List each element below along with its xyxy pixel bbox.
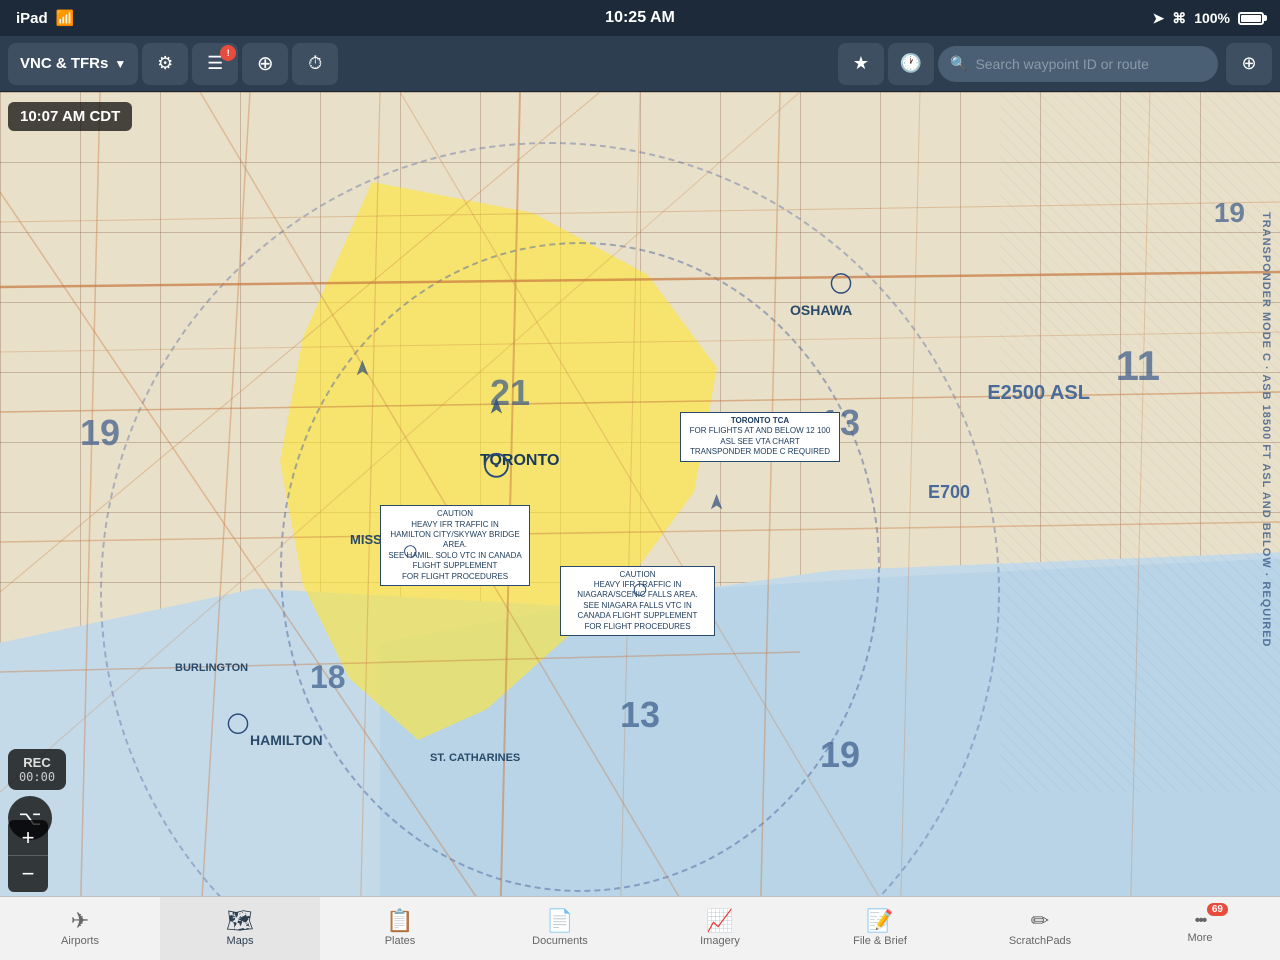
zoom-out-button[interactable]: − [8, 856, 48, 892]
tab-more[interactable]: ••• More 69 [1120, 897, 1280, 960]
filebrief-icon: 📝 [866, 910, 893, 932]
dropdown-arrow-icon: ▼ [114, 57, 126, 71]
search-input[interactable] [975, 56, 1206, 72]
bluetooth-icon: ⌘ [1172, 10, 1186, 27]
star-icon: ★ [853, 53, 869, 74]
caution-niagara-box: CAUTION HEAVY IFR TRAFFIC IN NIAGARA/SCE… [560, 566, 715, 636]
documents-label: Documents [532, 935, 588, 947]
filebrief-label: File & Brief [853, 935, 907, 947]
scratchpads-icon: ✏ [1031, 910, 1049, 932]
tab-documents[interactable]: 📄 Documents [480, 897, 640, 960]
oshawa-label: OSHAWA [790, 302, 852, 318]
history-button[interactable]: 🕐 [888, 43, 934, 85]
settings-button[interactable]: ⚙ [142, 43, 188, 85]
restricted-airspace [1000, 92, 1280, 792]
status-left: iPad 📶 [16, 9, 74, 27]
map-area[interactable]: 19 11 13 19 21 18 13 19 TORONTO OSHAWA M… [0, 92, 1280, 896]
documents-icon: 📄 [546, 910, 573, 932]
search-icon: 🔍 [950, 55, 967, 72]
imagery-icon: 📈 [706, 910, 733, 932]
carrier-label: iPad [16, 10, 48, 27]
more-badge: 69 [1207, 903, 1228, 916]
transponder-note: TRANSPONDER MODE C · ASB 18500 FT ASL AN… [1260, 212, 1272, 648]
maps-icon: 🗺 [226, 910, 254, 932]
minus-icon: − [22, 861, 35, 887]
location-arrow-icon: ➤ [1152, 10, 1164, 27]
timer-icon: ⏱ [308, 53, 322, 74]
zoom-controls: + − [8, 820, 48, 892]
e700-label: E700 [928, 482, 970, 503]
airports-label: Airports [61, 935, 99, 947]
caution-hamilton-box: CAUTION HEAVY IFR TRAFFIC IN HAMILTON CI… [380, 505, 530, 586]
tab-filebrief[interactable]: 📝 File & Brief [800, 897, 960, 960]
imagery-label: Imagery [700, 935, 740, 947]
globe-icon: ⊕ [257, 51, 274, 76]
tab-airports[interactable]: ✈ Airports [0, 897, 160, 960]
battery-percent: 100% [1194, 10, 1230, 26]
favorites-button[interactable]: ★ [838, 43, 884, 85]
status-right: ➤ ⌘ 100% [1152, 10, 1264, 27]
status-time: 10:25 AM [605, 9, 675, 27]
tab-scratchpads[interactable]: ✏ ScratchPads [960, 897, 1120, 960]
map-type-button[interactable]: VNC & TFRs ▼ [8, 43, 138, 85]
tca-infobox: TORONTO TCA FOR FLIGHTS AT AND BELOW 12 … [680, 412, 840, 462]
plates-label: Plates [385, 935, 416, 947]
status-bar: iPad 📶 10:25 AM ➤ ⌘ 100% [0, 0, 1280, 36]
tab-plates[interactable]: 📋 Plates [320, 897, 480, 960]
notification-badge: ! [220, 45, 236, 61]
timer-button[interactable]: ⏱ [292, 43, 338, 85]
rec-label: REC [12, 755, 62, 770]
plus-icon: + [22, 825, 35, 851]
wifi-icon: 📶 [56, 9, 75, 27]
maps-label: Maps [227, 935, 254, 947]
map-type-label: VNC & TFRs [20, 55, 108, 72]
location-button[interactable]: ⊕ [1226, 43, 1272, 85]
battery-indicator [1238, 12, 1264, 25]
search-bar[interactable]: 🔍 [938, 46, 1218, 82]
time-display: 10:07 AM CDT [8, 102, 132, 131]
gear-icon: ⚙ [157, 53, 173, 74]
tab-bar: ✈ Airports 🗺 Maps 📋 Plates 📄 Documents 📈… [0, 896, 1280, 960]
airports-icon: ✈ [71, 910, 89, 932]
aeronautical-chart[interactable]: 19 11 13 19 21 18 13 19 TORONTO OSHAWA M… [0, 92, 1280, 896]
more-icon: ••• [1195, 913, 1206, 929]
plates-icon: 📋 [386, 910, 413, 932]
rec-button[interactable]: REC 00:00 [8, 749, 66, 790]
rec-time: 00:00 [12, 770, 62, 784]
tab-imagery[interactable]: 📈 Imagery [640, 897, 800, 960]
more-label: More [1187, 932, 1212, 944]
globe-button[interactable]: ⊕ [242, 43, 288, 85]
sector-19-left: 19 [80, 412, 120, 454]
clock-icon: 🕐 [900, 53, 922, 74]
toolbar: VNC & TFRs ▼ ⚙ ☰ ! ⊕ ⏱ ★ 🕐 🔍 ⊕ [0, 36, 1280, 92]
zoom-in-button[interactable]: + [8, 820, 48, 856]
crosshair-icon: ⊕ [1241, 53, 1256, 74]
layers-button[interactable]: ☰ ! [192, 43, 238, 85]
tab-maps[interactable]: 🗺 Maps [160, 897, 320, 960]
scratchpads-label: ScratchPads [1009, 935, 1071, 947]
